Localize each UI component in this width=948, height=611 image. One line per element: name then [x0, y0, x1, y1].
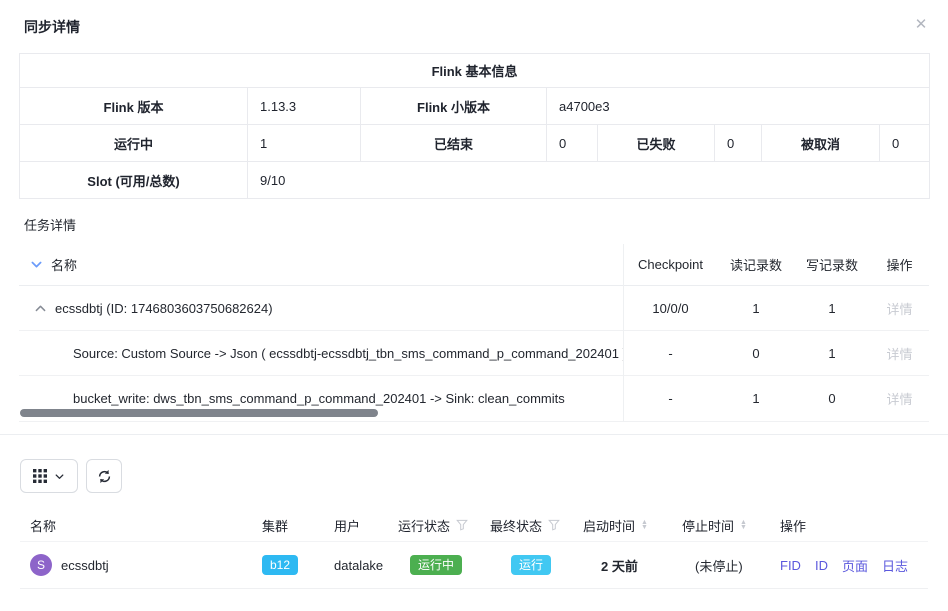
page-link[interactable]: 页面 — [842, 556, 868, 575]
jobs-col-cluster: 集群 — [262, 516, 334, 535]
task-name: Source: Custom Source -> Json ( ecssdbtj… — [73, 346, 623, 361]
task-table-header: 名称 Checkpoint 读记录数 写记录数 操作 — [19, 244, 929, 286]
task-details-table: 名称 Checkpoint 读记录数 写记录数 操作 ecssdbtj (ID:… — [19, 244, 929, 422]
task-detail-link[interactable]: 详情 — [886, 347, 912, 362]
jobs-table: 名称 集群 用户 运行状态 最终状态 启动时间 ▲▼ 停止时间 ▲ — [20, 509, 928, 589]
refresh-button[interactable] — [86, 459, 122, 493]
refresh-icon — [97, 469, 112, 484]
grid-icon — [33, 469, 47, 483]
task-write-count: 1 — [794, 346, 870, 361]
close-icon[interactable]: ✕ — [911, 15, 931, 35]
task-col-write: 写记录数 — [794, 255, 870, 274]
filter-funnel-icon[interactable] — [456, 519, 468, 531]
fid-link[interactable]: FID — [780, 558, 801, 573]
jobs-table-header: 名称 集群 用户 运行状态 最终状态 启动时间 ▲▼ 停止时间 ▲ — [20, 509, 928, 542]
column-settings-button[interactable] — [20, 459, 78, 493]
running-label: 运行中 — [20, 125, 248, 162]
slot-label: Slot (可用/总数) — [20, 162, 248, 199]
flink-version-value: 1.13.3 — [248, 88, 361, 125]
task-row-parent: ecssdbtj (ID: 1746803603750682624) 10/0/… — [19, 286, 929, 331]
task-details-section-title: 任务详情 — [24, 215, 948, 234]
jobs-col-start-time: 启动时间 ▲▼ — [583, 516, 682, 535]
job-stop-time: (未停止) — [695, 556, 743, 575]
filter-funnel-icon[interactable] — [548, 519, 560, 531]
task-col-read: 读记录数 — [718, 255, 794, 274]
task-detail-link[interactable]: 详情 — [886, 392, 912, 407]
task-checkpoint: 10/0/0 — [623, 301, 718, 316]
flink-info-title: Flink 基本信息 — [20, 54, 930, 88]
chevron-down-icon — [54, 471, 65, 482]
jobs-col-stop-time: 停止时间 ▲▼ — [682, 516, 780, 535]
job-name[interactable]: ecssdbtj — [61, 558, 109, 573]
run-status-badge: 运行中 — [410, 555, 462, 575]
jobs-col-user: 用户 — [334, 516, 398, 535]
modal-title: 同步详情 — [24, 19, 80, 35]
job-row: S ecssdbtj b12 datalake 运行中 运行 2 天前 (未停止… — [20, 542, 928, 589]
canceled-label: 被取消 — [762, 125, 880, 162]
task-checkpoint: - — [623, 391, 718, 406]
collapse-chevron-up-icon[interactable] — [33, 301, 47, 315]
finished-value: 0 — [547, 125, 598, 162]
jobs-toolbar — [20, 459, 948, 493]
avatar: S — [30, 554, 52, 576]
task-checkpoint: - — [623, 346, 718, 361]
task-col-checkpoint: Checkpoint — [623, 257, 718, 272]
expand-all-chevron-down-icon[interactable] — [30, 258, 43, 271]
task-row-source: Source: Custom Source -> Json ( ecssdbtj… — [19, 331, 929, 376]
sort-carets-icon[interactable]: ▲▼ — [641, 520, 648, 530]
failed-label: 已失败 — [598, 125, 715, 162]
fixed-column-divider — [623, 244, 624, 421]
task-write-count: 0 — [794, 391, 870, 406]
jobs-col-final-status: 最终状态 — [490, 516, 583, 535]
task-detail-link[interactable]: 详情 — [886, 302, 912, 317]
task-name: bucket_write: dws_tbn_sms_command_p_comm… — [73, 391, 565, 406]
task-col-name: 名称 — [51, 255, 77, 274]
final-status-badge: 运行 — [511, 555, 551, 575]
jobs-col-name: 名称 — [20, 516, 262, 535]
flink-info-table: Flink 基本信息 Flink 版本 1.13.3 Flink 小版本 a47… — [19, 53, 930, 199]
running-value: 1 — [248, 125, 361, 162]
failed-value: 0 — [715, 125, 762, 162]
job-start-time: 2 天前 — [601, 556, 638, 575]
task-write-count: 1 — [794, 301, 870, 316]
cluster-badge: b12 — [262, 555, 298, 575]
section-divider — [0, 434, 948, 435]
sort-carets-icon[interactable]: ▲▼ — [740, 520, 747, 530]
task-read-count: 1 — [718, 301, 794, 316]
task-read-count: 0 — [718, 346, 794, 361]
jobs-col-run-status: 运行状态 — [398, 516, 490, 535]
slot-value: 9/10 — [248, 162, 930, 199]
flink-version-label: Flink 版本 — [20, 88, 248, 125]
task-read-count: 1 — [718, 391, 794, 406]
log-link[interactable]: 日志 — [882, 556, 908, 575]
modal-header: 同步详情 — [0, 0, 948, 37]
jobs-col-action: 操作 — [780, 516, 928, 535]
flink-minor-value: a4700e3 — [547, 88, 930, 125]
horizontal-scrollbar[interactable] — [20, 409, 378, 417]
flink-minor-label: Flink 小版本 — [361, 88, 547, 125]
sync-details-modal: 同步详情 ✕ Flink 基本信息 Flink 版本 1.13.3 Flink … — [0, 0, 948, 611]
job-user: datalake — [334, 558, 383, 573]
id-link[interactable]: ID — [815, 558, 828, 573]
task-col-action: 操作 — [870, 255, 929, 274]
task-name: ecssdbtj (ID: 1746803603750682624) — [55, 301, 273, 316]
canceled-value: 0 — [880, 125, 930, 162]
finished-label: 已结束 — [361, 125, 547, 162]
